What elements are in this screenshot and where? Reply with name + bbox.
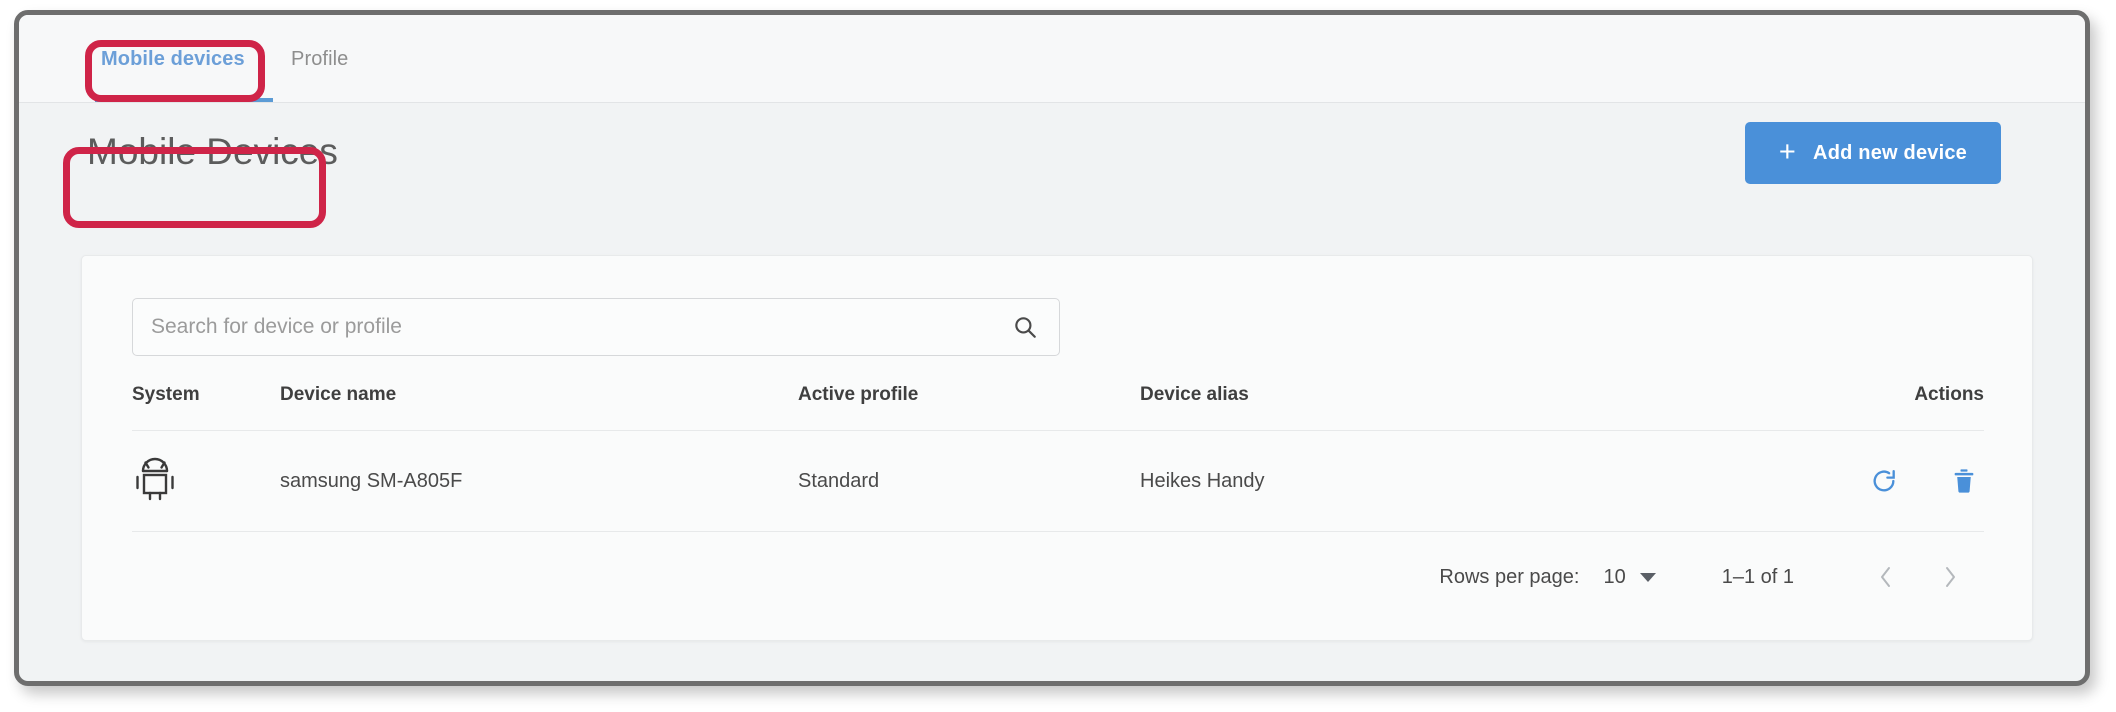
table-header-row: System Device name Active profile Device… (132, 384, 1984, 431)
chevron-left-icon (1881, 567, 1890, 587)
chevron-down-icon (1639, 572, 1656, 582)
tab-mobile-devices-label: Mobile devices (101, 47, 245, 70)
search-input[interactable] (132, 298, 1060, 356)
android-icon (136, 457, 174, 501)
cell-active-profile: Standard (798, 430, 1140, 532)
cell-system (132, 430, 280, 532)
page-title: Mobile Devices (87, 131, 338, 172)
table-header: System Device name Active profile Device… (132, 384, 1984, 431)
tab-mobile-devices[interactable]: Mobile devices (101, 15, 245, 103)
chevron-right-icon (1946, 567, 1955, 587)
app-window: Mobile devices Profile Mobile Devices + … (14, 10, 2090, 686)
tab-profile[interactable]: Profile (291, 15, 348, 103)
tab-bar: Mobile devices Profile (19, 15, 2085, 103)
column-header-device-name: Device name (280, 384, 397, 405)
devices-card: System Device name Active profile Device… (81, 255, 2033, 641)
refresh-icon (1873, 470, 1896, 492)
pagination-range: 1–1 of 1 (1721, 565, 1794, 588)
column-header-active-profile: Active profile (798, 384, 919, 405)
plus-icon: + (1778, 135, 1797, 168)
table-row: samsung SM-A805F Standard Heikes Handy (132, 430, 1984, 532)
cell-actions (1640, 430, 1984, 532)
cell-device-name: samsung SM-A805F (280, 430, 798, 532)
table-body: samsung SM-A805F Standard Heikes Handy (132, 430, 1984, 532)
rows-per-page-select[interactable]: 10 (1603, 565, 1656, 589)
search-field-wrapper (132, 298, 1060, 356)
delete-icon (1954, 469, 1974, 493)
column-header-device-alias: Device alias (1140, 384, 1249, 405)
rows-per-page-value: 10 (1603, 565, 1626, 588)
column-header-actions: Actions (1914, 384, 1984, 405)
active-tab-indicator (95, 98, 273, 102)
add-new-device-button[interactable]: + Add new device (1744, 122, 2001, 184)
next-page-button[interactable] (1918, 564, 1982, 590)
pagination-bar: Rows per page: 10 1–1 of 1 (1439, 564, 1982, 590)
devices-table: System Device name Active profile Device… (132, 384, 1984, 532)
refresh-device-button[interactable] (1864, 461, 1904, 501)
column-header-system: System (132, 384, 200, 405)
cell-device-alias: Heikes Handy (1140, 430, 1640, 532)
tab-profile-label: Profile (291, 47, 349, 70)
page-header: Mobile Devices + Add new device (19, 103, 2085, 211)
delete-device-button[interactable] (1944, 461, 1984, 501)
previous-page-button[interactable] (1854, 564, 1918, 590)
add-new-device-label: Add new device (1813, 141, 1967, 164)
rows-per-page-label: Rows per page: (1439, 565, 1580, 588)
